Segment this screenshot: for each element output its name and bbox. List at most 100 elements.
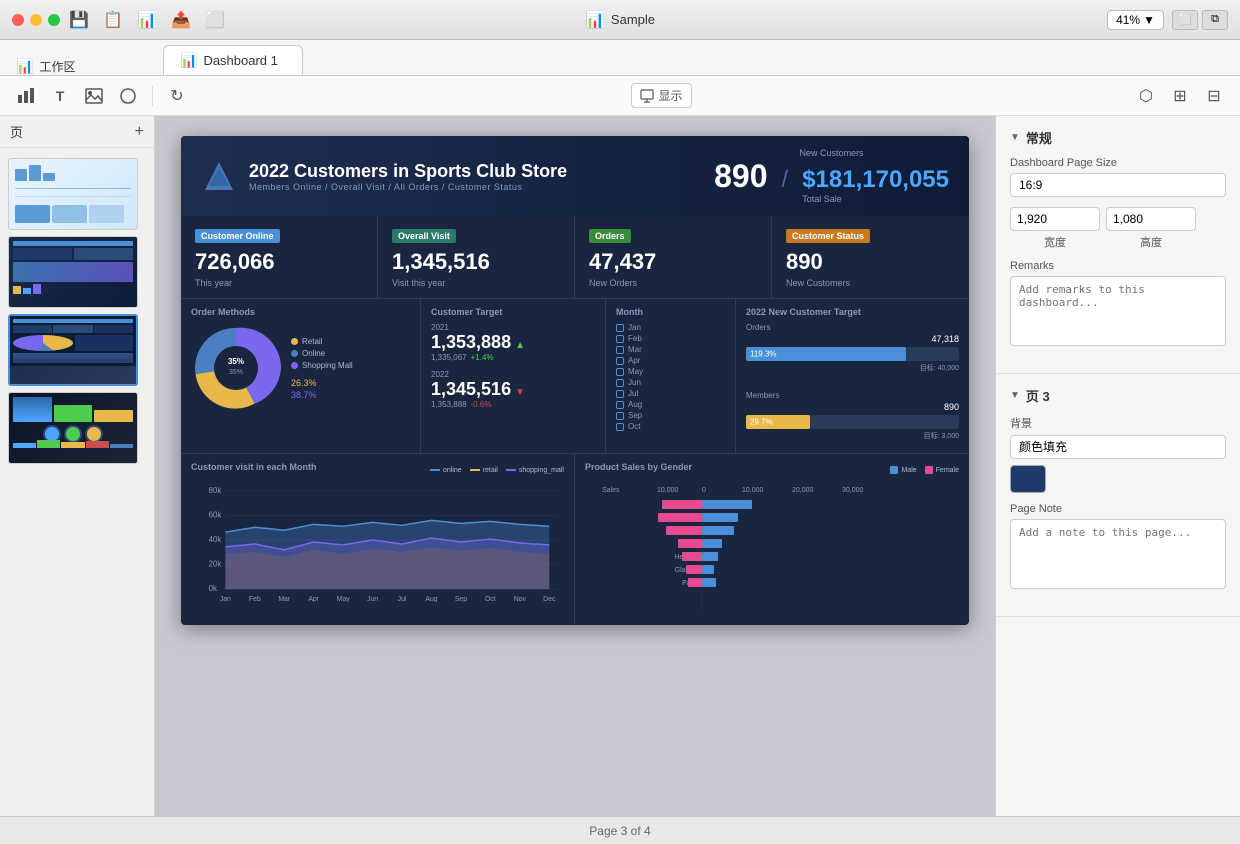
height-input[interactable]: [1106, 207, 1196, 231]
arrow-2021: ▲: [515, 340, 525, 351]
kpi-label-visit: Overall Visit: [392, 229, 456, 243]
month-checkbox-jan[interactable]: [616, 324, 624, 332]
change-2022: -0.6%: [471, 400, 492, 409]
retail-pct: 26.3%: [291, 378, 353, 388]
export-icon[interactable]: 📤: [170, 9, 192, 31]
page-thumb-2[interactable]: 2: [8, 236, 146, 308]
general-collapse-icon[interactable]: ▼: [1010, 132, 1020, 143]
layout-icon[interactable]: ⬜: [204, 9, 226, 31]
page-thumb-3[interactable]: 3: [8, 314, 146, 386]
page-preview-3: [8, 314, 138, 386]
new-customers-label: New Customers: [714, 148, 949, 158]
add-page-button[interactable]: +: [135, 123, 144, 141]
target-2022: 2022 1,345,516 ▼ 1,353,888 -0.6%: [431, 370, 595, 409]
expand-icon[interactable]: ⊟: [1200, 83, 1228, 109]
online-label: Online: [302, 349, 325, 358]
year-2022: 2022: [431, 370, 595, 379]
month-oct: Oct: [616, 422, 725, 431]
minimize-button[interactable]: [30, 14, 42, 26]
grid-view-icon[interactable]: ⊞: [1166, 83, 1194, 109]
page-thumb-1[interactable]: 1: [8, 158, 146, 230]
dash-brand: 2022 Customers in Sports Club Store Memb…: [201, 158, 567, 194]
month-checkbox-mar[interactable]: [616, 346, 624, 354]
display-button[interactable]: 显示: [631, 83, 691, 108]
month-checkbox-jun[interactable]: [616, 379, 624, 387]
mid-section: Order Methods: [181, 299, 969, 454]
kpi-value-status: 890: [786, 249, 955, 275]
chart-icon[interactable]: 📊: [136, 9, 158, 31]
svg-text:Sep: Sep: [455, 596, 467, 602]
background-select[interactable]: 颜色填充: [1010, 435, 1226, 459]
status-text: Page 3 of 4: [589, 824, 650, 838]
page-thumb-4[interactable]: 4: [8, 392, 146, 464]
kpi-customer-status: Customer Status 890 New Customers: [772, 216, 969, 298]
image-tool[interactable]: [80, 83, 108, 109]
month-checkbox-oct[interactable]: [616, 423, 624, 431]
view-split-icon[interactable]: ⧉: [1202, 10, 1228, 30]
bar-chart-tool[interactable]: [12, 83, 40, 109]
status-bar: Page 3 of 4: [0, 816, 1240, 844]
legend-mall: Shopping Mall: [291, 361, 353, 370]
close-button[interactable]: [12, 14, 24, 26]
page-section: ▼ 页 3 背景 颜色填充 Page Note: [996, 374, 1240, 617]
remarks-label: Remarks: [1010, 260, 1226, 272]
svg-text:0: 0: [702, 487, 706, 494]
app-title: Sample: [611, 12, 655, 27]
dashboard-title: 2022 Customers in Sports Club Store: [249, 161, 567, 182]
shape-tool[interactable]: [114, 83, 142, 109]
svg-text:60k: 60k: [209, 510, 222, 519]
month-checkbox-jul[interactable]: [616, 390, 624, 398]
text-tool[interactable]: T: [46, 83, 74, 109]
height-label: 高度: [1106, 234, 1196, 250]
month-checkbox-feb[interactable]: [616, 335, 624, 343]
dashboard-tab[interactable]: 📊 Dashboard 1: [163, 45, 303, 75]
background-select-wrapper: 颜色填充: [1010, 435, 1226, 459]
general-section: ▼ 常规 Dashboard Page Size 16:9: [996, 116, 1240, 374]
svg-text:Nov: Nov: [514, 596, 527, 602]
svg-text:Jun: Jun: [367, 596, 378, 602]
zoom-selector[interactable]: 41% ▼: [1107, 10, 1164, 30]
members-target-bar: Members 890 29.7% 目标: 3,000: [746, 391, 959, 441]
main-toolbar: T ↻ 显示 ⬡ ⊞ ⊟: [0, 76, 1240, 116]
width-input[interactable]: [1010, 207, 1100, 231]
page-size-select[interactable]: 16:9: [1010, 173, 1226, 197]
target-2021: 2021 1,353,888 ▲ 1,335,067 +1.4%: [431, 323, 595, 362]
svg-text:Aug: Aug: [425, 596, 437, 602]
area-chart-legend: online retail shopping_mall: [430, 467, 564, 474]
remarks-field: Remarks: [1010, 260, 1226, 351]
retail-dot: [291, 338, 298, 345]
month-checkbox-sep[interactable]: [616, 412, 624, 420]
svg-text:Jan: Jan: [220, 596, 231, 602]
view-single-icon[interactable]: ⬜: [1172, 10, 1198, 30]
duplicate-icon[interactable]: 📋: [102, 9, 124, 31]
customer-target-panel: Customer Target 2021 1,353,888 ▲ 1,335,0…: [421, 299, 606, 453]
maximize-button[interactable]: [48, 14, 60, 26]
3d-view-icon[interactable]: ⬡: [1132, 83, 1160, 109]
zoom-value: 41%: [1116, 13, 1140, 27]
zoom-arrow-icon: ▼: [1143, 13, 1155, 27]
remarks-textarea[interactable]: [1010, 276, 1226, 346]
total-sale-label: Total Sale: [802, 194, 949, 204]
svg-text:35%: 35%: [229, 369, 243, 376]
page-collapse-icon[interactable]: ▼: [1010, 390, 1020, 401]
dashboard-header: 2022 Customers in Sports Club Store Memb…: [181, 136, 969, 216]
pie-pct-labels: 26.3% 38.7%: [291, 378, 353, 400]
titlebar: 💾 📋 📊 📤 ⬜ 📊 Sample 41% ▼ ⬜ ⧉: [0, 0, 1240, 40]
retail-label: Retail: [302, 337, 322, 346]
new-customers-value: 890: [714, 158, 767, 195]
width-label: 宽度: [1010, 234, 1100, 250]
refresh-tool[interactable]: ↻: [163, 83, 191, 109]
sub-2022: 1,353,888: [431, 400, 467, 409]
pages-panel: 页 + 1 2: [0, 116, 155, 816]
color-swatch[interactable]: [1010, 465, 1046, 493]
page-note-textarea[interactable]: [1010, 519, 1226, 589]
male-legend: Male: [890, 466, 916, 474]
new-customer-target-panel: 2022 New Customer Target Orders 47,318 1…: [736, 299, 969, 453]
month-checkbox-apr[interactable]: [616, 357, 624, 365]
month-checkbox-aug[interactable]: [616, 401, 624, 409]
save-icon[interactable]: 💾: [68, 9, 90, 31]
customer-target-title: Customer Target: [431, 307, 595, 317]
month-checkbox-may[interactable]: [616, 368, 624, 376]
month-list: Jan Feb Mar Apr: [616, 323, 725, 431]
svg-text:May: May: [337, 596, 351, 602]
